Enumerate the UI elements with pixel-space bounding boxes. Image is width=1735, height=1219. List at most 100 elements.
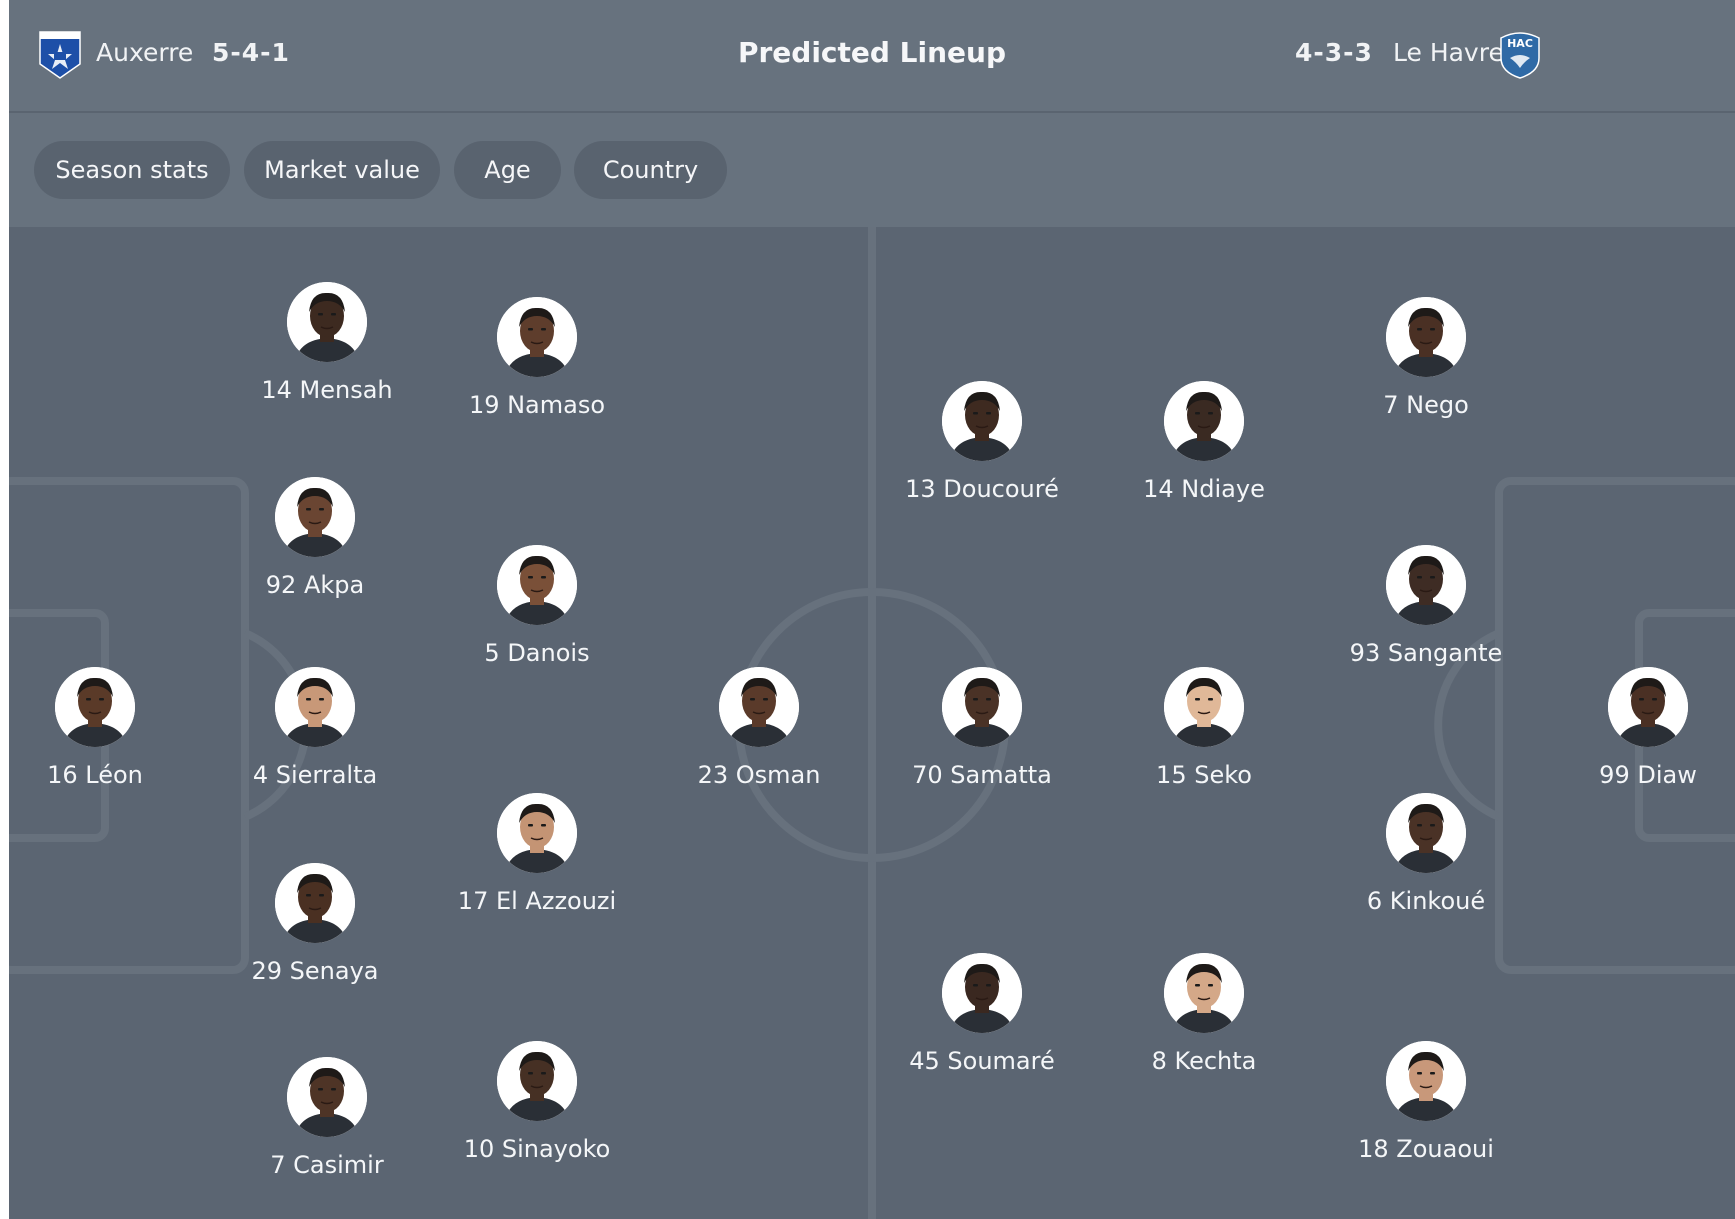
player-avatar — [497, 793, 577, 873]
player-photo-icon — [497, 1041, 577, 1121]
player-name: 92 Akpa — [265, 571, 365, 599]
player-card[interactable]: 10 Sinayoko — [437, 1041, 637, 1163]
player-avatar — [1608, 667, 1688, 747]
player-name: 7 Nego — [1383, 391, 1469, 419]
stat-tabs: Season stats Market value Age Country — [9, 113, 1735, 227]
player-photo-icon — [55, 667, 135, 747]
lineup-card: Auxerre 5-4-1 Predicted Lineup 4-3-3 Le … — [9, 0, 1735, 1219]
player-avatar — [55, 667, 135, 747]
player-avatar — [1386, 297, 1466, 377]
player-name: 4 Sierralta — [252, 761, 378, 789]
player-card[interactable]: 7 Nego — [1326, 297, 1526, 419]
player-card[interactable]: 4 Sierralta — [215, 667, 415, 789]
player-name: 70 Samatta — [912, 761, 1052, 789]
player-name: 17 El Azzouzi — [457, 887, 617, 915]
player-photo-icon — [275, 863, 355, 943]
player-card[interactable]: 7 Casimir — [227, 1057, 427, 1179]
player-photo-icon — [1164, 953, 1244, 1033]
player-name: 29 Senaya — [251, 957, 379, 985]
player-name: 18 Zouaoui — [1358, 1135, 1494, 1163]
player-photo-icon — [942, 667, 1022, 747]
tab-season-stats[interactable]: Season stats — [34, 141, 230, 199]
player-photo-icon — [1608, 667, 1688, 747]
player-card[interactable]: 93 Sangante — [1326, 545, 1526, 667]
player-avatar — [497, 545, 577, 625]
player-photo-icon — [1164, 667, 1244, 747]
player-avatar — [1164, 381, 1244, 461]
player-name: 7 Casimir — [270, 1151, 384, 1179]
player-photo-icon — [1386, 297, 1466, 377]
player-avatar — [1386, 545, 1466, 625]
player-photo-icon — [287, 1057, 367, 1137]
player-card[interactable]: 45 Soumaré — [882, 953, 1082, 1075]
player-photo-icon — [287, 282, 367, 362]
le-havre-crest-icon: HAC — [1500, 32, 1540, 79]
player-photo-icon — [942, 953, 1022, 1033]
player-name: 15 Seko — [1156, 761, 1252, 789]
player-card[interactable]: 17 El Azzouzi — [437, 793, 637, 915]
away-team-name[interactable]: Le Havre — [1393, 38, 1504, 67]
player-avatar — [497, 297, 577, 377]
player-avatar — [497, 1041, 577, 1121]
tab-market-value[interactable]: Market value — [244, 141, 440, 199]
player-photo-icon — [1386, 793, 1466, 873]
player-card[interactable]: 23 Osman — [659, 667, 859, 789]
player-photo-icon — [1164, 381, 1244, 461]
player-name: 99 Diaw — [1599, 761, 1697, 789]
player-name: 23 Osman — [697, 761, 821, 789]
tab-country[interactable]: Country — [574, 141, 727, 199]
player-avatar — [1386, 793, 1466, 873]
player-avatar — [275, 667, 355, 747]
player-name: 16 Léon — [47, 761, 143, 789]
player-avatar — [1164, 953, 1244, 1033]
player-name: 45 Soumaré — [909, 1047, 1055, 1075]
player-photo-icon — [1386, 1041, 1466, 1121]
player-photo-icon — [497, 545, 577, 625]
player-name: 10 Sinayoko — [463, 1135, 611, 1163]
player-card[interactable]: 29 Senaya — [215, 863, 415, 985]
player-card[interactable]: 6 Kinkoué — [1326, 793, 1526, 915]
lineup-header: Auxerre 5-4-1 Predicted Lineup 4-3-3 Le … — [9, 0, 1735, 113]
player-card[interactable]: 14 Ndiaye — [1104, 381, 1304, 503]
player-name: 8 Kechta — [1151, 1047, 1257, 1075]
player-photo-icon — [275, 477, 355, 557]
player-avatar — [942, 953, 1022, 1033]
player-card[interactable]: 13 Doucouré — [882, 381, 1082, 503]
player-avatar — [275, 477, 355, 557]
player-photo-icon — [1386, 545, 1466, 625]
player-avatar — [287, 1057, 367, 1137]
player-name: 13 Doucouré — [905, 475, 1059, 503]
player-name: 5 Danois — [484, 639, 590, 667]
pitch: 16 Léon 14 Mensah 92 Akpa 4 Sierralta 29… — [9, 227, 1735, 1219]
player-avatar — [287, 282, 367, 362]
player-name: 6 Kinkoué — [1366, 887, 1486, 915]
player-card[interactable]: 5 Danois — [437, 545, 637, 667]
player-card[interactable]: 19 Namaso — [437, 297, 637, 419]
player-avatar — [942, 381, 1022, 461]
player-card[interactable]: 99 Diaw — [1548, 667, 1735, 789]
player-name: 93 Sangante — [1349, 639, 1503, 667]
player-avatar — [275, 863, 355, 943]
player-name: 14 Mensah — [261, 376, 393, 404]
player-photo-icon — [942, 381, 1022, 461]
tab-age[interactable]: Age — [454, 141, 561, 199]
player-card[interactable]: 15 Seko — [1104, 667, 1304, 789]
player-name: 14 Ndiaye — [1143, 475, 1265, 503]
player-card[interactable]: 16 Léon — [9, 667, 195, 789]
player-photo-icon — [497, 793, 577, 873]
player-photo-icon — [275, 667, 355, 747]
player-card[interactable]: 92 Akpa — [215, 477, 415, 599]
player-card[interactable]: 8 Kechta — [1104, 953, 1304, 1075]
player-card[interactable]: 18 Zouaoui — [1326, 1041, 1526, 1163]
player-avatar — [942, 667, 1022, 747]
away-team-crest[interactable]: HAC — [1498, 28, 1542, 80]
player-avatar — [1164, 667, 1244, 747]
crest-text: HAC — [1507, 37, 1533, 50]
player-photo-icon — [497, 297, 577, 377]
player-avatar — [1386, 1041, 1466, 1121]
player-name: 19 Namaso — [468, 391, 606, 419]
player-photo-icon — [719, 667, 799, 747]
player-card[interactable]: 14 Mensah — [227, 282, 427, 404]
player-card[interactable]: 70 Samatta — [882, 667, 1082, 789]
away-formation: 4-3-3 — [1295, 38, 1373, 67]
